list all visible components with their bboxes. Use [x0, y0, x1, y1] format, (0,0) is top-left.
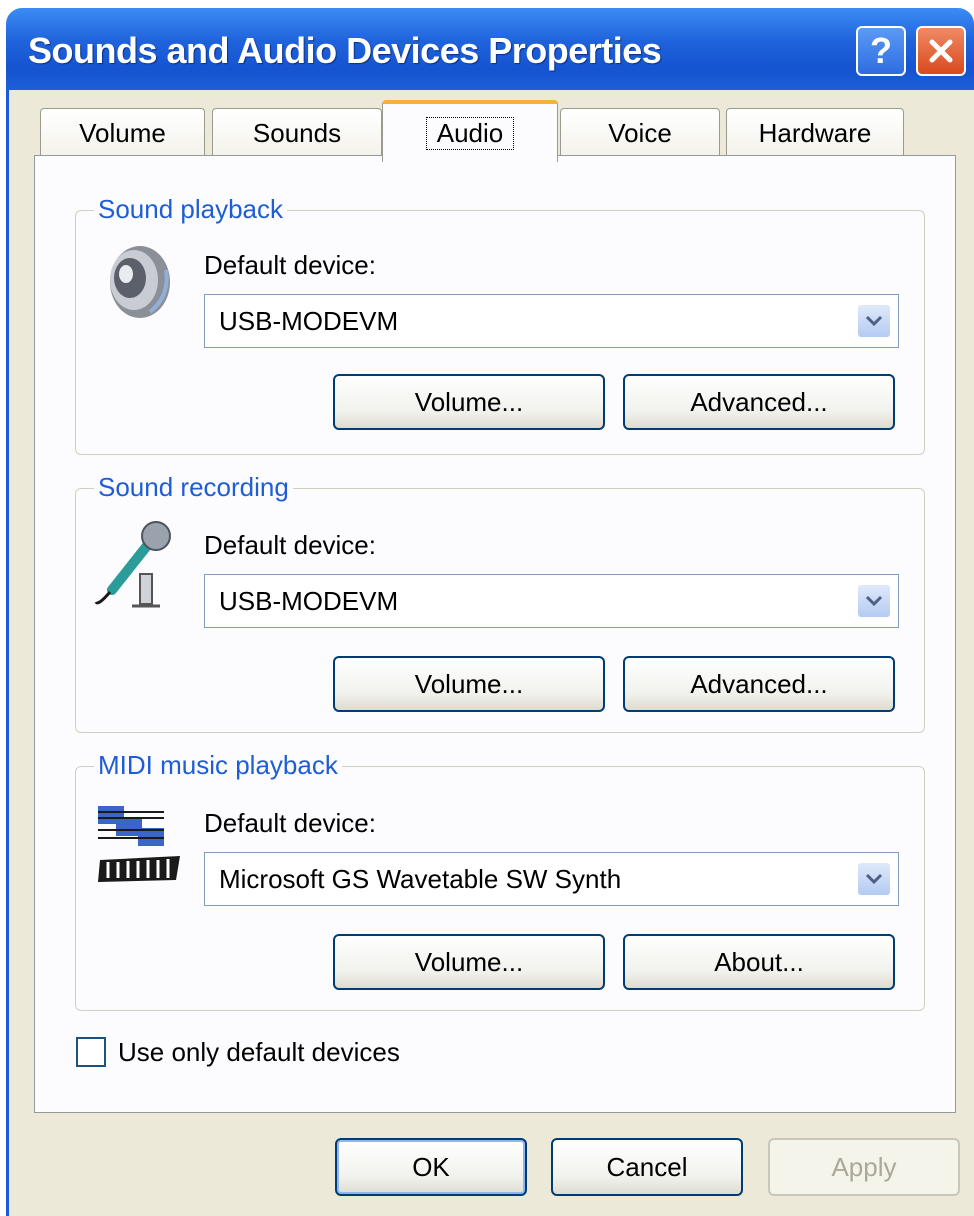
midi-keyboard-icon: [98, 806, 180, 882]
midi-about-button[interactable]: About...: [623, 934, 895, 990]
ok-button[interactable]: OK: [335, 1138, 527, 1196]
playback-device-select[interactable]: USB-MODEVM: [204, 294, 899, 348]
chevron-down-icon[interactable]: [858, 863, 890, 895]
recording-volume-button[interactable]: Volume...: [333, 656, 605, 712]
sound-recording-title: Sound recording: [94, 472, 293, 503]
close-button[interactable]: [916, 26, 966, 76]
tab-sounds[interactable]: Sounds: [212, 108, 382, 158]
title-bar[interactable]: Sounds and Audio Devices Properties ?: [6, 8, 974, 90]
apply-button[interactable]: Apply: [768, 1138, 960, 1196]
tab-hardware-label: Hardware: [758, 118, 872, 148]
help-icon: ?: [870, 30, 892, 71]
tab-volume[interactable]: Volume: [40, 108, 205, 158]
tab-audio-label: Audio: [425, 116, 515, 150]
tab-audio[interactable]: Audio: [382, 100, 558, 162]
cancel-button[interactable]: Cancel: [551, 1138, 743, 1196]
dialog-window: Sounds and Audio Devices Properties ? Vo…: [0, 0, 974, 1216]
recording-device-select[interactable]: USB-MODEVM: [204, 574, 899, 628]
midi-playback-title: MIDI music playback: [94, 750, 342, 781]
playback-default-device-label: Default device:: [204, 250, 376, 280]
tab-hardware[interactable]: Hardware: [726, 108, 904, 158]
tab-voice[interactable]: Voice: [560, 108, 720, 158]
midi-volume-button[interactable]: Volume...: [333, 934, 605, 990]
microphone-icon: [94, 521, 171, 608]
close-icon: [929, 39, 953, 63]
help-button[interactable]: ?: [856, 26, 906, 76]
recording-advanced-button[interactable]: Advanced...: [623, 656, 895, 712]
use-default-devices-checkbox[interactable]: [76, 1037, 106, 1067]
sound-playback-title: Sound playback: [94, 194, 288, 225]
tab-sounds-label: Sounds: [252, 118, 342, 148]
playback-device-value: USB-MODEVM: [219, 305, 399, 336]
playback-volume-button[interactable]: Volume...: [333, 374, 605, 430]
midi-device-select[interactable]: Microsoft GS Wavetable SW Synth: [204, 852, 899, 906]
tab-volume-label: Volume: [79, 118, 166, 148]
recording-default-device-label: Default device:: [204, 530, 376, 560]
speaker-icon: [110, 246, 170, 318]
use-default-devices-label[interactable]: Use only default devices: [118, 1037, 400, 1068]
window-title: Sounds and Audio Devices Properties: [28, 30, 662, 71]
midi-device-value: Microsoft GS Wavetable SW Synth: [219, 863, 622, 894]
chevron-down-icon[interactable]: [858, 585, 890, 617]
recording-device-value: USB-MODEVM: [219, 585, 399, 616]
tab-voice-label: Voice: [608, 118, 672, 148]
chevron-down-icon[interactable]: [858, 305, 890, 337]
midi-default-device-label: Default device:: [204, 808, 376, 838]
playback-advanced-button[interactable]: Advanced...: [623, 374, 895, 430]
